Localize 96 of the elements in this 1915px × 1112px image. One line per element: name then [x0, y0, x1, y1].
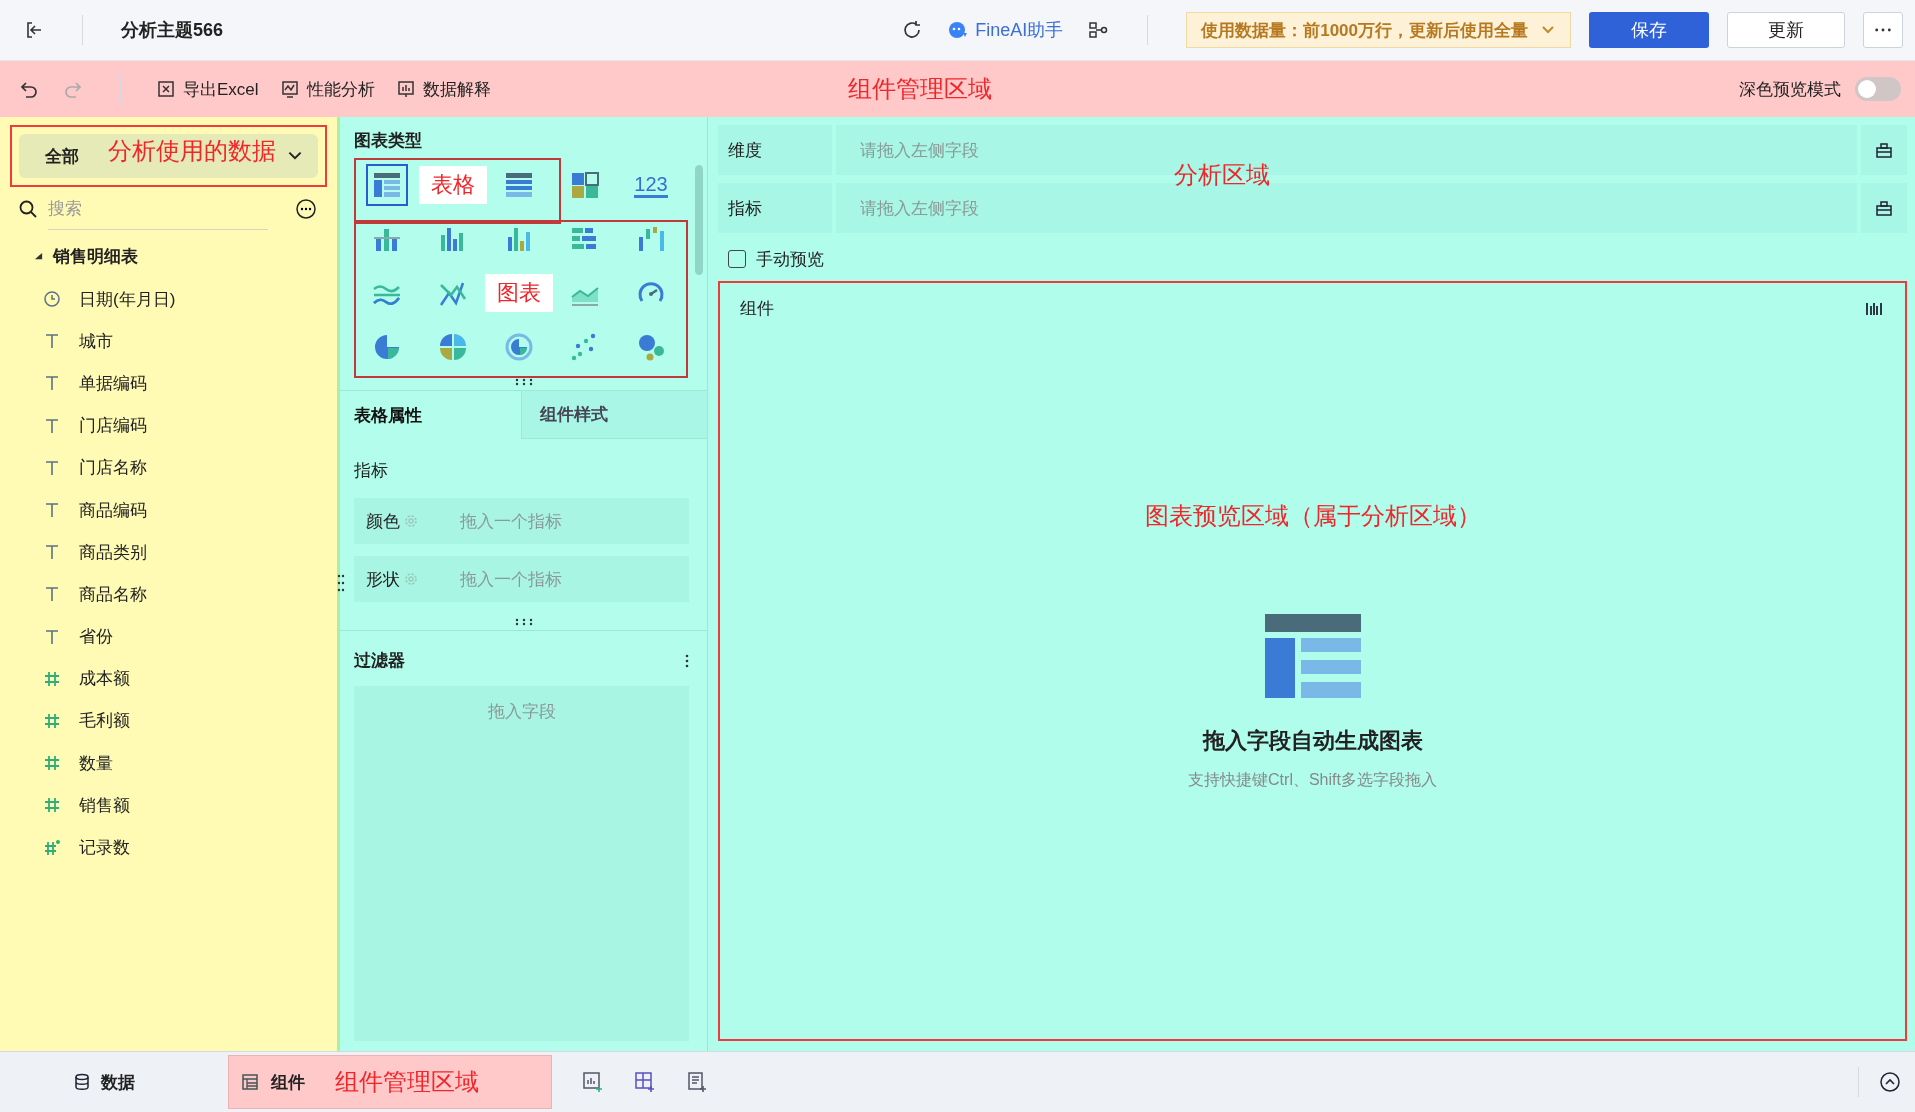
field-item[interactable]: 单据编码 — [10, 362, 327, 405]
annotation-label: 表格 — [419, 166, 487, 204]
collapse-icon[interactable] — [1879, 1071, 1901, 1093]
waterfall-chart-icon — [636, 225, 666, 253]
text-type-icon — [43, 501, 61, 520]
monitor-chart-icon — [280, 80, 299, 98]
more-icon[interactable] — [685, 653, 689, 668]
resize-handle[interactable] — [513, 618, 534, 626]
clock-icon — [43, 290, 61, 309]
section-title: 图表类型 — [354, 130, 423, 152]
section-title: 过滤器 — [354, 650, 405, 672]
field-item[interactable]: 毛利额 — [10, 699, 327, 743]
field-item[interactable]: 商品编码 — [10, 488, 327, 532]
text-type-icon — [43, 416, 61, 435]
annotation-label: 分析使用的数据 — [108, 136, 276, 166]
table-chart-icon — [372, 171, 402, 199]
tab[interactable]: 表格属性 — [340, 391, 521, 439]
add-chart-icon[interactable] — [582, 1071, 604, 1093]
field-item[interactable]: 门店名称 — [10, 446, 327, 489]
update-button[interactable]: 更新 — [1727, 12, 1845, 48]
text-type-icon — [43, 332, 61, 351]
field-item[interactable]: 成本额 — [10, 657, 327, 700]
flow-icon[interactable] — [1087, 19, 1110, 41]
text-type-icon — [43, 585, 61, 604]
text-type-icon — [43, 543, 61, 562]
more-icon[interactable] — [295, 198, 317, 220]
field-item[interactable]: 数量 — [10, 742, 327, 785]
number-type-icon — [43, 754, 61, 773]
text-type-icon — [43, 374, 61, 393]
bottom-tab[interactable]: 组件 组件管理区域 — [228, 1055, 552, 1109]
text-type-icon — [43, 627, 61, 646]
shelf-button[interactable] — [1861, 125, 1907, 175]
save-button[interactable]: 保存 — [1589, 12, 1709, 48]
annotation-label: 组件管理区域 — [335, 1067, 479, 1097]
checkbox-label: 手动预览 — [756, 248, 824, 271]
toolbox-icon — [1875, 141, 1893, 159]
drop-slot[interactable]: 形状 拖入一个指标 — [354, 556, 689, 602]
shelf-label: 指标 — [718, 183, 832, 233]
empty-state-hint: 支持快捷键Ctrl、Shift多选字段拖入 — [1188, 770, 1437, 790]
ring-chart-icon — [504, 333, 534, 361]
spreadsheet-icon — [157, 80, 175, 98]
field-item[interactable]: 销售额 — [10, 784, 327, 827]
toolbox-icon — [1875, 199, 1893, 217]
shelf-button[interactable] — [1861, 183, 1907, 233]
field-item[interactable]: 城市 — [10, 320, 327, 363]
dark-mode-switch[interactable] — [1855, 77, 1901, 101]
manual-preview-checkbox[interactable] — [728, 250, 746, 268]
field-item[interactable]: 商品类别 — [10, 531, 327, 574]
dark-mode-label: 深色预览模式 — [1739, 78, 1841, 101]
toolbar-button[interactable]: 数据解释 — [396, 77, 491, 101]
exit-icon[interactable] — [24, 20, 44, 40]
ai-assistant-button[interactable]: FineAI助手 — [941, 17, 1070, 43]
section-label: 指标 — [353, 460, 389, 482]
drop-slot[interactable]: 颜色 拖入一个指标 — [354, 498, 689, 544]
annotation-label: 组件管理区域 — [847, 75, 992, 102]
cross-table-chart-icon — [504, 171, 534, 199]
expand-icon[interactable] — [34, 252, 43, 261]
window-title: 分析主题566 — [121, 19, 224, 42]
number-type-icon — [43, 669, 61, 688]
database-icon — [73, 1073, 91, 1091]
table-name: 销售明细表 — [53, 246, 138, 268]
bottom-tab[interactable]: 数据 — [0, 1055, 208, 1109]
search-icon[interactable] — [18, 199, 38, 219]
annotation-label: 图表预览区域（属于分析区域） — [1144, 501, 1481, 531]
tab[interactable]: 组件样式 — [521, 391, 707, 439]
field-item[interactable]: 省份 — [10, 615, 327, 658]
chart-type-button[interactable]: 123 — [630, 164, 672, 206]
bar-chart-icon — [396, 80, 415, 98]
toolbar-button[interactable]: 导出Excel — [157, 77, 259, 101]
add-report-icon[interactable] — [686, 1071, 708, 1093]
text-type-icon — [43, 458, 61, 477]
search-field[interactable]: 搜索 — [48, 188, 268, 230]
number-type-icon — [43, 711, 61, 730]
field-item[interactable]: 日期(年月日) — [10, 278, 327, 321]
tree-group[interactable]: 销售明细表 — [10, 229, 327, 278]
scrollbar[interactable] — [695, 165, 703, 275]
field-item[interactable]: 记录数 — [10, 826, 327, 869]
annotation-label: 图表 — [485, 274, 553, 312]
preview-title: 组件 — [740, 298, 774, 320]
empty-state-title: 拖入字段自动生成图表 — [1202, 727, 1423, 755]
resize-handle[interactable] — [513, 378, 534, 386]
multi-pie-chart-icon — [438, 333, 468, 361]
robot-icon — [947, 19, 970, 41]
dashboard-chart-icon — [570, 171, 600, 199]
shelf-label: 维度 — [718, 125, 832, 175]
chart-type-button[interactable] — [366, 164, 408, 206]
add-dashboard-icon[interactable] — [634, 1071, 656, 1093]
number-type-icon — [43, 796, 61, 815]
number-type-icon — [43, 838, 61, 857]
pie-chart-icon — [372, 333, 402, 361]
toolbar-button[interactable]: 性能分析 — [280, 77, 375, 101]
table-icon — [241, 1073, 259, 1091]
field-item[interactable]: 门店编码 — [10, 404, 327, 447]
bubble-chart-icon — [636, 333, 666, 361]
field-item[interactable]: 商品名称 — [10, 573, 327, 616]
ellipsis-icon — [1874, 27, 1892, 33]
